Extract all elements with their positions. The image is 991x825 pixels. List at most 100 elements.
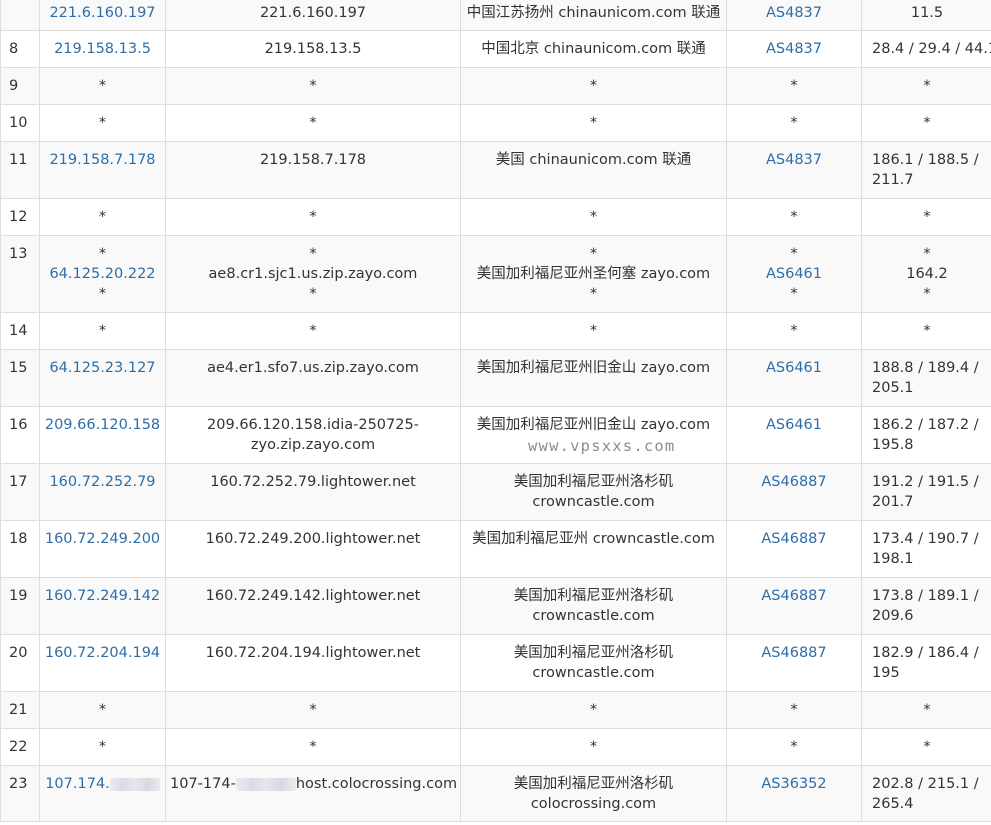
- asn-link[interactable]: AS6461: [766, 417, 822, 433]
- ip-link[interactable]: 160.72.252.79: [49, 474, 155, 490]
- hostname-text: *: [309, 209, 317, 225]
- asn-link[interactable]: AS46887: [761, 645, 826, 661]
- asn-link[interactable]: AS4837: [766, 152, 822, 168]
- asn-text: *: [790, 115, 798, 131]
- hop-number: 15: [9, 360, 28, 376]
- asn-link[interactable]: AS4837: [766, 5, 822, 21]
- asn-cell: *: [726, 691, 862, 729]
- asn-cell: AS4837: [726, 0, 862, 31]
- location-cell: *: [460, 728, 727, 766]
- location-cell: 美国加利福尼亚州洛杉矶 crowncastle.com: [460, 463, 727, 521]
- latency-cell: 11.5: [861, 0, 991, 31]
- hop-number: 9: [9, 78, 19, 94]
- latency-text: *: [923, 323, 931, 339]
- ip-cell: 160.72.249.200: [39, 520, 166, 578]
- latency-text: *: [923, 115, 931, 131]
- table-row: 20 160.72.204.194 160.72.204.194.lightower…: [0, 634, 991, 692]
- asn-link[interactable]: AS6461: [766, 360, 822, 376]
- hop-number: 18: [9, 531, 28, 547]
- asn-link[interactable]: AS46887: [761, 588, 826, 604]
- ip-link[interactable]: 64.125.20.222: [49, 266, 155, 282]
- ip-cell: 221.6.160.197: [39, 0, 166, 31]
- ip-cell: 64.125.23.127: [39, 349, 166, 407]
- location-cell: *: [460, 198, 727, 236]
- ip-link[interactable]: 219.158.7.178: [49, 152, 155, 168]
- latency-cell: *: [861, 728, 991, 766]
- table-row: 14 * * * * *: [0, 312, 991, 350]
- ip-text: *: [98, 209, 107, 225]
- latency-text: *: [923, 286, 931, 302]
- hop-cell: 11: [0, 141, 40, 199]
- hostname-text: *: [309, 739, 317, 755]
- latency-text: *: [923, 702, 931, 718]
- ip-link[interactable]: 107.174.: [45, 776, 110, 792]
- ip-link[interactable]: 221.6.160.197: [49, 5, 155, 21]
- asn-cell: *: [726, 728, 862, 766]
- ip-cell: 160.72.249.142: [39, 577, 166, 635]
- hostname-text: *: [309, 78, 317, 94]
- ip-link[interactable]: 64.125.23.127: [49, 360, 155, 376]
- hostname-text: 107-174-: [170, 776, 236, 792]
- table-row: 13 * 64.125.20.222 * * ae8.cr1.sjc1.us.zip.za…: [0, 235, 991, 313]
- asn-link[interactable]: AS6461: [766, 266, 822, 282]
- hop-number: 22: [9, 739, 28, 755]
- ip-link[interactable]: 209.66.120.158: [45, 417, 160, 433]
- latency-cell: 202.8 / 215.1 / 265.4: [861, 765, 991, 822]
- location-cell: 美国加利福尼亚州旧金山 zayo.com: [460, 349, 727, 407]
- ip-link[interactable]: 160.72.249.200: [45, 531, 160, 547]
- location-text: *: [589, 323, 598, 339]
- ip-link[interactable]: 160.72.249.142: [45, 588, 160, 604]
- hostname-cell: 107-174- host.colocrossing.com: [165, 765, 461, 822]
- asn-cell: AS46887: [726, 577, 862, 635]
- asn-link[interactable]: AS36352: [761, 776, 826, 792]
- table-row: 10 * * * * *: [0, 104, 991, 142]
- hostname-text: 160.72.249.200.lightower.net: [205, 531, 421, 547]
- asn-link[interactable]: AS46887: [761, 531, 826, 547]
- location-cell: 美国加利福尼亚州洛杉矶 crowncastle.com: [460, 634, 727, 692]
- latency-cell: 28.4 / 29.4 / 44.1: [861, 30, 991, 68]
- hop-cell: 19: [0, 577, 40, 635]
- ip-cell: 219.158.7.178: [39, 141, 166, 199]
- hop-cell: 22: [0, 728, 40, 766]
- latency-text: 186.1 / 188.5 /: [872, 152, 979, 168]
- table-row: 11 219.158.7.178 219.158.7.178 美国 chinaunic…: [0, 141, 991, 199]
- ip-cell: 160.72.204.194: [39, 634, 166, 692]
- location-text: 美国加利福尼亚州旧金山 zayo.com: [476, 360, 711, 376]
- hop-cell: 10: [0, 104, 40, 142]
- latency-text: 173.8 / 189.1 /: [872, 588, 979, 604]
- asn-cell: *: [726, 67, 862, 105]
- hop-number: 14: [9, 323, 28, 339]
- ip-cell: 209.66.120.158: [39, 406, 166, 464]
- ip-link[interactable]: 219.158.13.5: [54, 41, 151, 57]
- latency-cell: 173.8 / 189.1 / 209.6: [861, 577, 991, 635]
- table-row: 17 160.72.252.79 160.72.252.79.lightower.n…: [0, 463, 991, 521]
- asn-link[interactable]: AS46887: [761, 474, 826, 490]
- latency-cell: 191.2 / 191.5 / 201.7: [861, 463, 991, 521]
- asn-link[interactable]: AS4837: [766, 41, 822, 57]
- table-row: 12 * * * * *: [0, 198, 991, 236]
- asn-cell: AS6461: [726, 349, 862, 407]
- ip-link: *: [98, 246, 107, 262]
- hostname-text: *: [309, 115, 317, 131]
- hostname-text: 160.72.204.194.lightower.net: [205, 645, 421, 661]
- hop-cell: 21: [0, 691, 40, 729]
- hostname-text: ae4.er1.sfo7.us.zip.zayo.com: [207, 360, 419, 376]
- location-text: 美国加利福尼亚州洛杉矶: [513, 776, 674, 792]
- hop-number: 11: [9, 152, 28, 168]
- ip-link[interactable]: 160.72.204.194: [45, 645, 160, 661]
- hop-cell: 18: [0, 520, 40, 578]
- latency-cell: 186.1 / 188.5 / 211.7: [861, 141, 991, 199]
- latency-cell: * 164.2 *: [861, 235, 991, 313]
- asn-cell: AS46887: [726, 520, 862, 578]
- ip-text: *: [98, 115, 107, 131]
- table-row: 221.6.160.197 221.6.160.197 中国江苏扬州 chinaun…: [0, 0, 991, 31]
- ip-cell: *: [39, 198, 166, 236]
- asn-cell: *: [726, 198, 862, 236]
- hop-number: 16: [9, 417, 28, 433]
- location-text: colocrossing.com: [530, 796, 657, 812]
- hostname-text: 219.158.13.5: [264, 41, 362, 57]
- latency-text: 202.8 / 215.1 /: [872, 776, 979, 792]
- hop-cell: 16: [0, 406, 40, 464]
- location-text: 美国加利福尼亚州圣何塞 zayo.com: [476, 266, 711, 282]
- hostname-cell: * ae8.cr1.sjc1.us.zip.zayo.com *: [165, 235, 461, 313]
